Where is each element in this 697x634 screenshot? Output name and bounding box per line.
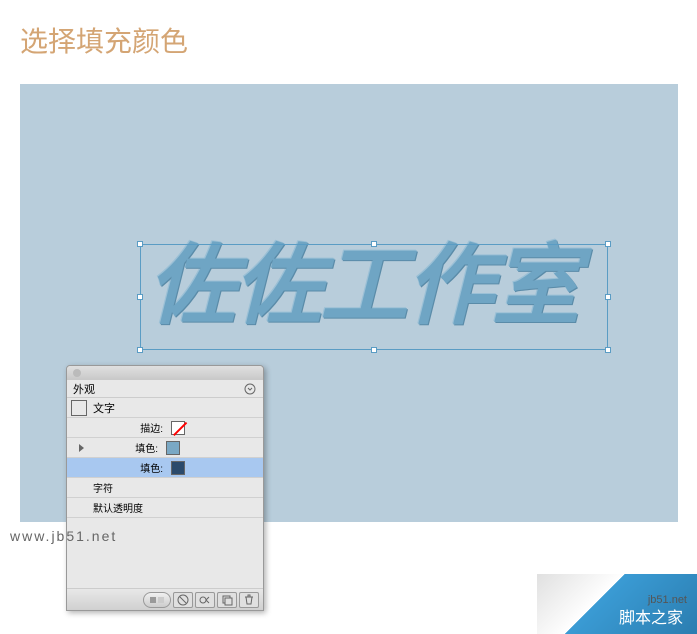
page-title: 选择填充颜色: [0, 0, 697, 60]
watermark-text: www.jb51.net: [10, 528, 117, 544]
appearance-row-fill-1[interactable]: 填色:: [67, 438, 263, 458]
delete-button[interactable]: [239, 592, 259, 608]
type-row-label: 文字: [93, 400, 115, 416]
fill2-row-label: 填色:: [71, 460, 171, 475]
resize-handle-bottom-mid[interactable]: [371, 347, 377, 353]
appearance-row-fill-2[interactable]: 填色:: [67, 458, 263, 478]
panel-footer: [67, 588, 263, 610]
resize-handle-top-right[interactable]: [605, 241, 611, 247]
reduce-button[interactable]: [195, 592, 215, 608]
type-swatch[interactable]: [71, 400, 87, 416]
resize-handle-top-mid[interactable]: [371, 241, 377, 247]
resize-handle-mid-right[interactable]: [605, 294, 611, 300]
stroke-row-label: 描边:: [71, 420, 171, 435]
resize-handle-mid-left[interactable]: [137, 294, 143, 300]
disclosure-triangle-icon[interactable]: [79, 444, 84, 452]
panel-close-icon[interactable]: [73, 369, 81, 377]
corner-text: 脚本之家: [619, 604, 683, 628]
panel-tab[interactable]: 外观: [67, 380, 263, 398]
corner-badge: jb51.net 脚本之家: [537, 564, 697, 634]
resize-handle-bottom-left[interactable]: [137, 347, 143, 353]
new-art-button[interactable]: [143, 592, 171, 608]
duplicate-button[interactable]: [217, 592, 237, 608]
resize-handle-bottom-right[interactable]: [605, 347, 611, 353]
appearance-row-opacity[interactable]: 默认透明度: [67, 498, 263, 518]
resize-handle-top-left[interactable]: [137, 241, 143, 247]
appearance-row-stroke[interactable]: 描边:: [67, 418, 263, 438]
appearance-row-characters[interactable]: 字符: [67, 478, 263, 498]
stroke-swatch-none[interactable]: [171, 421, 185, 435]
panel-tab-label: 外观: [73, 381, 243, 397]
selection-bounding-box[interactable]: [140, 244, 608, 350]
clear-appearance-button[interactable]: [173, 592, 193, 608]
opacity-row-label: 默认透明度: [71, 500, 143, 515]
appearance-panel: 外观 文字 描边: 填色: 填色: 字符 默认透明度: [66, 365, 264, 611]
fill1-swatch[interactable]: [166, 441, 180, 455]
fill2-swatch[interactable]: [171, 461, 185, 475]
char-row-label: 字符: [71, 480, 113, 495]
panel-menu-icon[interactable]: [243, 382, 257, 396]
appearance-row-type[interactable]: 文字: [67, 398, 263, 418]
panel-titlebar[interactable]: [67, 366, 263, 380]
fill1-row-label: 填色:: [88, 440, 166, 455]
